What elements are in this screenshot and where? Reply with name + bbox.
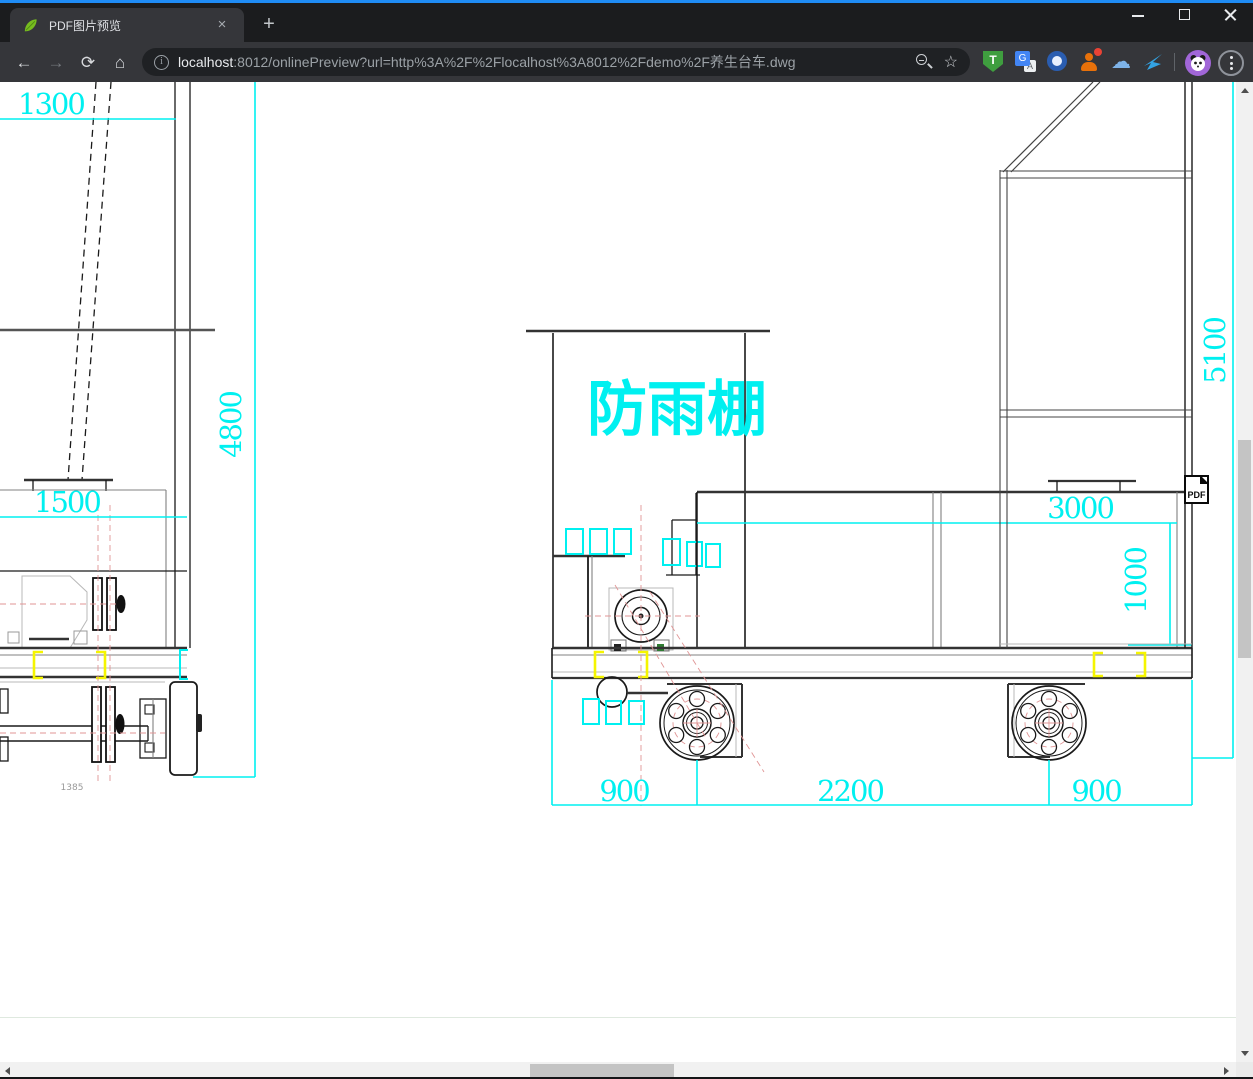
close-button[interactable] bbox=[1207, 0, 1253, 32]
dim-2200: 2200 bbox=[817, 774, 883, 808]
dimensions: 900 2200 900 5100 bbox=[551, 82, 1234, 808]
browser-toolbar: ← → ⟳ ⌂ i localhost:8012/onlinePreview?u… bbox=[0, 42, 1253, 82]
extension-translate[interactable]: A G bbox=[1015, 51, 1037, 73]
extension-person[interactable] bbox=[1078, 48, 1102, 73]
notification-badge bbox=[1094, 48, 1102, 56]
forward-button[interactable]: → bbox=[43, 50, 69, 76]
deck bbox=[551, 646, 1193, 680]
address-bar[interactable]: i localhost:8012/onlinePreview?url=http%… bbox=[142, 48, 970, 76]
tampermonkey-shield-icon: T bbox=[983, 51, 1003, 72]
spring-leaf-favicon bbox=[24, 18, 37, 31]
extension-cloud[interactable]: ☁ bbox=[1111, 51, 1133, 73]
page-info-icon[interactable]: i bbox=[154, 54, 169, 70]
wheel-right bbox=[1011, 685, 1087, 761]
dim-5100: 5100 bbox=[1198, 318, 1232, 384]
translate-icon: G bbox=[1015, 51, 1030, 66]
person-icon bbox=[1078, 48, 1102, 73]
scroll-up-arrow-icon[interactable] bbox=[1240, 88, 1249, 93]
browser-tab[interactable]: PDF图片预览 × bbox=[10, 8, 244, 42]
page-boundary-line bbox=[0, 1017, 1236, 1018]
reload-button[interactable]: ⟳ bbox=[75, 50, 101, 76]
pdf-icon-label: PDF bbox=[1187, 490, 1206, 500]
tab-title: PDF图片预览 bbox=[49, 18, 122, 33]
right-structure bbox=[999, 82, 1193, 648]
url-path: :8012/onlinePreview?url=http%3A%2F%2Floc… bbox=[233, 54, 796, 70]
scroll-down-arrow-icon[interactable] bbox=[1240, 1051, 1249, 1056]
maximize-icon bbox=[1179, 9, 1190, 20]
left-view: 1300 1500 4800 1385 bbox=[0, 82, 256, 793]
window-top-accent bbox=[0, 0, 1253, 3]
back-button[interactable]: ← bbox=[11, 50, 37, 76]
vertical-scrollbar-thumb[interactable] bbox=[1238, 440, 1251, 658]
cloud-icon: ☁ bbox=[1111, 51, 1131, 73]
window-titlebar: PDF图片预览 × + bbox=[0, 0, 1253, 42]
panda-avatar-icon bbox=[1190, 55, 1206, 71]
minimize-icon bbox=[1132, 15, 1144, 17]
kebab-menu-icon bbox=[1230, 56, 1233, 73]
shelter-label: 防雨棚 bbox=[587, 375, 767, 445]
extension-ring[interactable] bbox=[1047, 51, 1069, 73]
home-button[interactable]: ⌂ bbox=[107, 50, 133, 76]
toolbar-separator bbox=[1174, 53, 1175, 71]
dim-1000: 1000 bbox=[1119, 548, 1153, 614]
profile-avatar[interactable] bbox=[1185, 50, 1211, 76]
browser-menu-button[interactable] bbox=[1218, 50, 1244, 76]
maximize-button[interactable] bbox=[1161, 0, 1207, 32]
scroll-left-arrow-icon[interactable] bbox=[5, 1066, 10, 1075]
ring-icon bbox=[1047, 51, 1067, 71]
pdf-icon[interactable]: PDF bbox=[1184, 475, 1209, 504]
dim-900-left: 900 bbox=[599, 774, 649, 808]
platform: 3000 1000 bbox=[696, 479, 1192, 648]
undercarriage bbox=[582, 676, 1085, 758]
dim-4800: 4800 bbox=[214, 392, 248, 458]
tab-close-icon[interactable]: × bbox=[213, 16, 231, 34]
cad-drawing: 1300 1500 4800 1385 防雨棚 3000 1000 900 22… bbox=[0, 82, 1234, 808]
dim-3000: 3000 bbox=[1047, 491, 1113, 525]
mid-structure bbox=[662, 493, 721, 576]
dim-900-right: 900 bbox=[1071, 774, 1121, 808]
vertical-scrollbar[interactable] bbox=[1236, 82, 1253, 1062]
bookmark-star-icon[interactable]: ☆ bbox=[944, 52, 958, 72]
shelter: 防雨棚 bbox=[526, 329, 770, 648]
window-controls bbox=[1115, 0, 1253, 32]
url-host: localhost bbox=[178, 54, 234, 70]
dim-1385: 1385 bbox=[61, 783, 84, 793]
url-text: localhost:8012/onlinePreview?url=http%3A… bbox=[178, 52, 914, 72]
new-tab-button[interactable]: + bbox=[256, 12, 282, 38]
horizontal-scrollbar-thumb[interactable] bbox=[530, 1064, 674, 1077]
page-content: 1300 1500 4800 1385 防雨棚 3000 1000 900 22… bbox=[0, 82, 1253, 1079]
dim-1300: 1300 bbox=[18, 87, 84, 121]
bird-icon bbox=[1144, 54, 1162, 70]
zoom-out-icon[interactable] bbox=[914, 52, 934, 72]
extension-bird[interactable] bbox=[1142, 51, 1164, 73]
dim-1500: 1500 bbox=[34, 485, 100, 519]
extension-tampermonkey[interactable]: T bbox=[983, 51, 1005, 73]
scroll-right-arrow-icon[interactable] bbox=[1224, 1066, 1229, 1075]
minimize-button[interactable] bbox=[1115, 0, 1161, 32]
